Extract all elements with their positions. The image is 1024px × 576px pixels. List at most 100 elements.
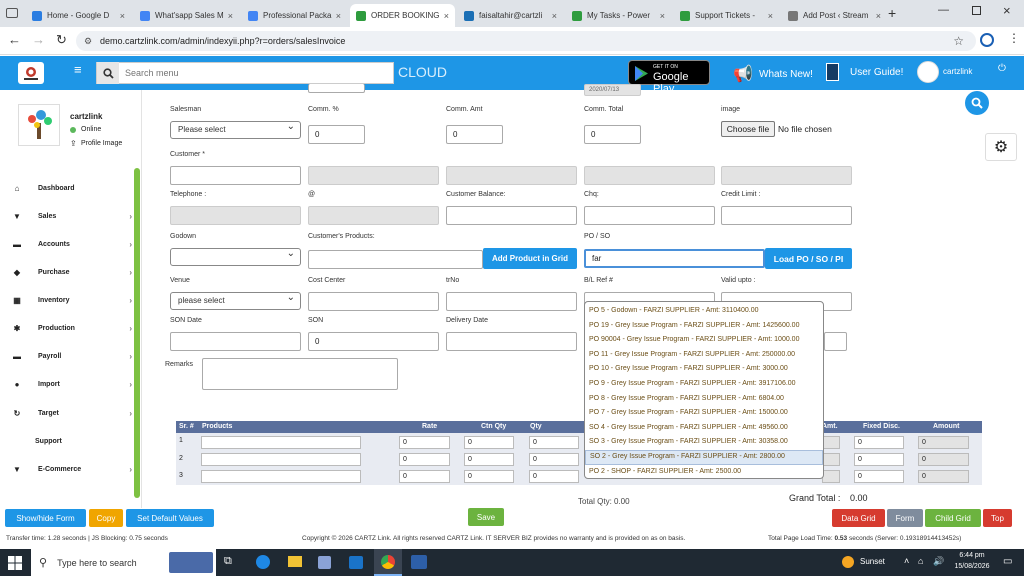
sidebar-item-inventory[interactable]: ▦ Inventory › (0, 290, 132, 310)
email-field[interactable] (308, 206, 439, 225)
browser-tab[interactable]: Professional Packa × (242, 4, 347, 27)
comm-pct-input[interactable]: 0 (308, 125, 365, 144)
load-po-button[interactable]: Load PO / SO / PI (765, 248, 852, 269)
header-user-name[interactable]: cartzlink (943, 67, 972, 76)
window-close-icon[interactable]: × (1003, 3, 1011, 18)
po-so-input[interactable]: far (584, 249, 765, 268)
chrome-taskbar-button[interactable] (374, 549, 402, 576)
grid-disc-input[interactable]: 0 (854, 453, 904, 466)
close-icon[interactable]: × (336, 11, 341, 21)
sidebar-item-production[interactable]: ✱ Production › (0, 318, 132, 338)
show-hide-form-button[interactable]: Show/hide Form (5, 509, 86, 527)
sidebar-scrollbar[interactable] (134, 168, 140, 498)
form-button[interactable]: Form (887, 509, 923, 527)
customer-field-2[interactable] (308, 166, 439, 185)
remarks-textarea[interactable] (202, 358, 398, 390)
close-icon[interactable]: × (120, 11, 125, 21)
sidebar-item-e-commerce[interactable]: ▼ E-Commerce › (0, 459, 132, 479)
grid-qty-input[interactable]: 0 (529, 470, 579, 483)
volume-icon[interactable]: 🔊 (933, 556, 944, 567)
po-suggestion-item[interactable]: PO 9 - Grey Issue Program - FARZI SUPPLI… (585, 377, 823, 392)
data-grid-button[interactable]: Data Grid (832, 509, 885, 527)
customer-field-4[interactable] (584, 166, 715, 185)
po-suggestion-item[interactable]: PO 2 - SHOP - FARZI SUPPLIER - Amt: 2500… (585, 465, 823, 480)
grid-qty-input[interactable]: 0 (529, 436, 579, 449)
credit-limit-input[interactable] (721, 206, 852, 225)
back-icon[interactable]: ← (8, 32, 21, 47)
settings-gear-icon[interactable]: ⚙ (985, 133, 1017, 161)
search-input[interactable] (119, 68, 379, 78)
close-icon[interactable]: × (552, 11, 557, 21)
search-fab[interactable] (965, 91, 989, 115)
windows-start-icon[interactable] (8, 556, 22, 570)
more-menu-icon[interactable]: ⋮ (1008, 31, 1020, 45)
delivery-date-input[interactable] (446, 332, 577, 351)
power-icon[interactable]: ⏻ (998, 63, 1006, 74)
browser-tab[interactable]: Home - Google D × (26, 4, 131, 27)
customers-products-input[interactable] (308, 250, 483, 269)
child-grid-button[interactable]: Child Grid (925, 509, 981, 527)
grid-product-input[interactable] (201, 436, 361, 449)
sidebar-item-import[interactable]: ● Import › (0, 374, 132, 394)
close-icon[interactable]: × (876, 11, 881, 21)
sidebar-item-dashboard[interactable]: ⌂ Dashboard (0, 178, 132, 198)
grid-rate-input[interactable]: 0 (399, 453, 450, 466)
save-button[interactable]: Save (468, 508, 504, 526)
customer-field-5[interactable] (721, 166, 852, 185)
comm-total-input[interactable]: 0 (584, 125, 641, 144)
po-suggestion-item-highlighted[interactable]: SO 2 - Grey Issue Program - FARZI SUPPLI… (585, 449, 823, 465)
grid-disc-input[interactable]: 0 (854, 436, 904, 449)
tray-chevron-icon[interactable]: ˄ (904, 556, 909, 566)
sidebar-item-payroll[interactable]: ▬ Payroll › (0, 346, 132, 366)
cost-center-input[interactable] (308, 292, 439, 311)
reload-icon[interactable]: ↻ (56, 32, 67, 48)
close-icon[interactable]: × (660, 11, 665, 21)
browser-tab[interactable]: Support Tickets - × (674, 4, 779, 27)
grid-disc-input[interactable]: 0 (854, 470, 904, 483)
grid-qty-input[interactable]: 0 (529, 453, 579, 466)
close-icon[interactable]: × (228, 11, 233, 21)
grid-ctn-input[interactable]: 0 (464, 436, 514, 449)
grid-product-input[interactable] (201, 470, 361, 483)
add-product-button[interactable]: Add Product in Grid (483, 248, 577, 269)
po-suggestion-item[interactable]: PO 11 - Grey Issue Program - FARZI SUPPL… (585, 348, 823, 363)
clock-time[interactable]: 6:44 pm (952, 552, 992, 559)
profile-image-link[interactable]: Profile Image (81, 140, 122, 147)
taskbar-search[interactable]: ⚲ Type here to search (31, 549, 216, 576)
choose-file-button[interactable]: Choose file (721, 121, 775, 137)
copy-button[interactable]: Copy (89, 509, 123, 527)
close-icon[interactable]: × (768, 11, 773, 21)
minimize-icon[interactable]: — (938, 4, 949, 16)
customer-balance-input[interactable] (446, 206, 577, 225)
profile-icon[interactable] (980, 33, 994, 47)
search-icon[interactable] (97, 62, 119, 84)
po-suggestion-item[interactable]: SO 4 - Grey Issue Program - FARZI SUPPLI… (585, 421, 823, 436)
po-suggestion-item[interactable]: PO 5 - Godown - FARZI SUPPLIER - Amt: 31… (585, 304, 823, 319)
chq-input[interactable] (584, 206, 715, 225)
sidebar-item-purchase[interactable]: ◆ Purchase › (0, 262, 132, 282)
customer-field-3[interactable] (446, 166, 577, 185)
po-suggestion-item[interactable]: PO 8 - Grey Issue Program - FARZI SUPPLI… (585, 392, 823, 407)
browser-tab-active[interactable]: ORDER BOOKING × (350, 4, 455, 27)
son-input[interactable]: 0 (308, 332, 439, 351)
po-suggestion-item[interactable]: PO 90004 - Grey Issue Program - FARZI SU… (585, 333, 823, 348)
partial-input[interactable] (824, 332, 847, 351)
venue-select[interactable]: please select (170, 290, 301, 310)
sidebar-item-support[interactable]: Support (0, 431, 132, 451)
po-suggestion-item[interactable]: PO 19 - Grey Issue Program - FARZI SUPPL… (585, 319, 823, 334)
file-explorer-icon[interactable] (288, 556, 302, 567)
user-avatar[interactable] (917, 61, 939, 83)
salesman-select[interactable]: Please select (170, 119, 301, 139)
telephone-input[interactable] (170, 206, 301, 225)
godown-select[interactable] (170, 246, 301, 266)
user-guide-link[interactable]: User Guide! (850, 67, 903, 78)
partial-date-field[interactable]: 2020/07/13 (584, 84, 641, 96)
browser-tab[interactable]: What'sapp Sales M × (134, 4, 239, 27)
comm-amt-input[interactable]: 0 (446, 125, 503, 144)
sidebar-item-target[interactable]: ↻ Target › (0, 403, 132, 423)
close-icon[interactable]: × (444, 11, 449, 21)
grid-rate-input[interactable]: 0 (399, 436, 450, 449)
task-view-icon[interactable]: ⧉ (224, 555, 232, 568)
restore-icon[interactable] (972, 6, 981, 15)
new-tab-icon[interactable]: + (888, 5, 896, 21)
